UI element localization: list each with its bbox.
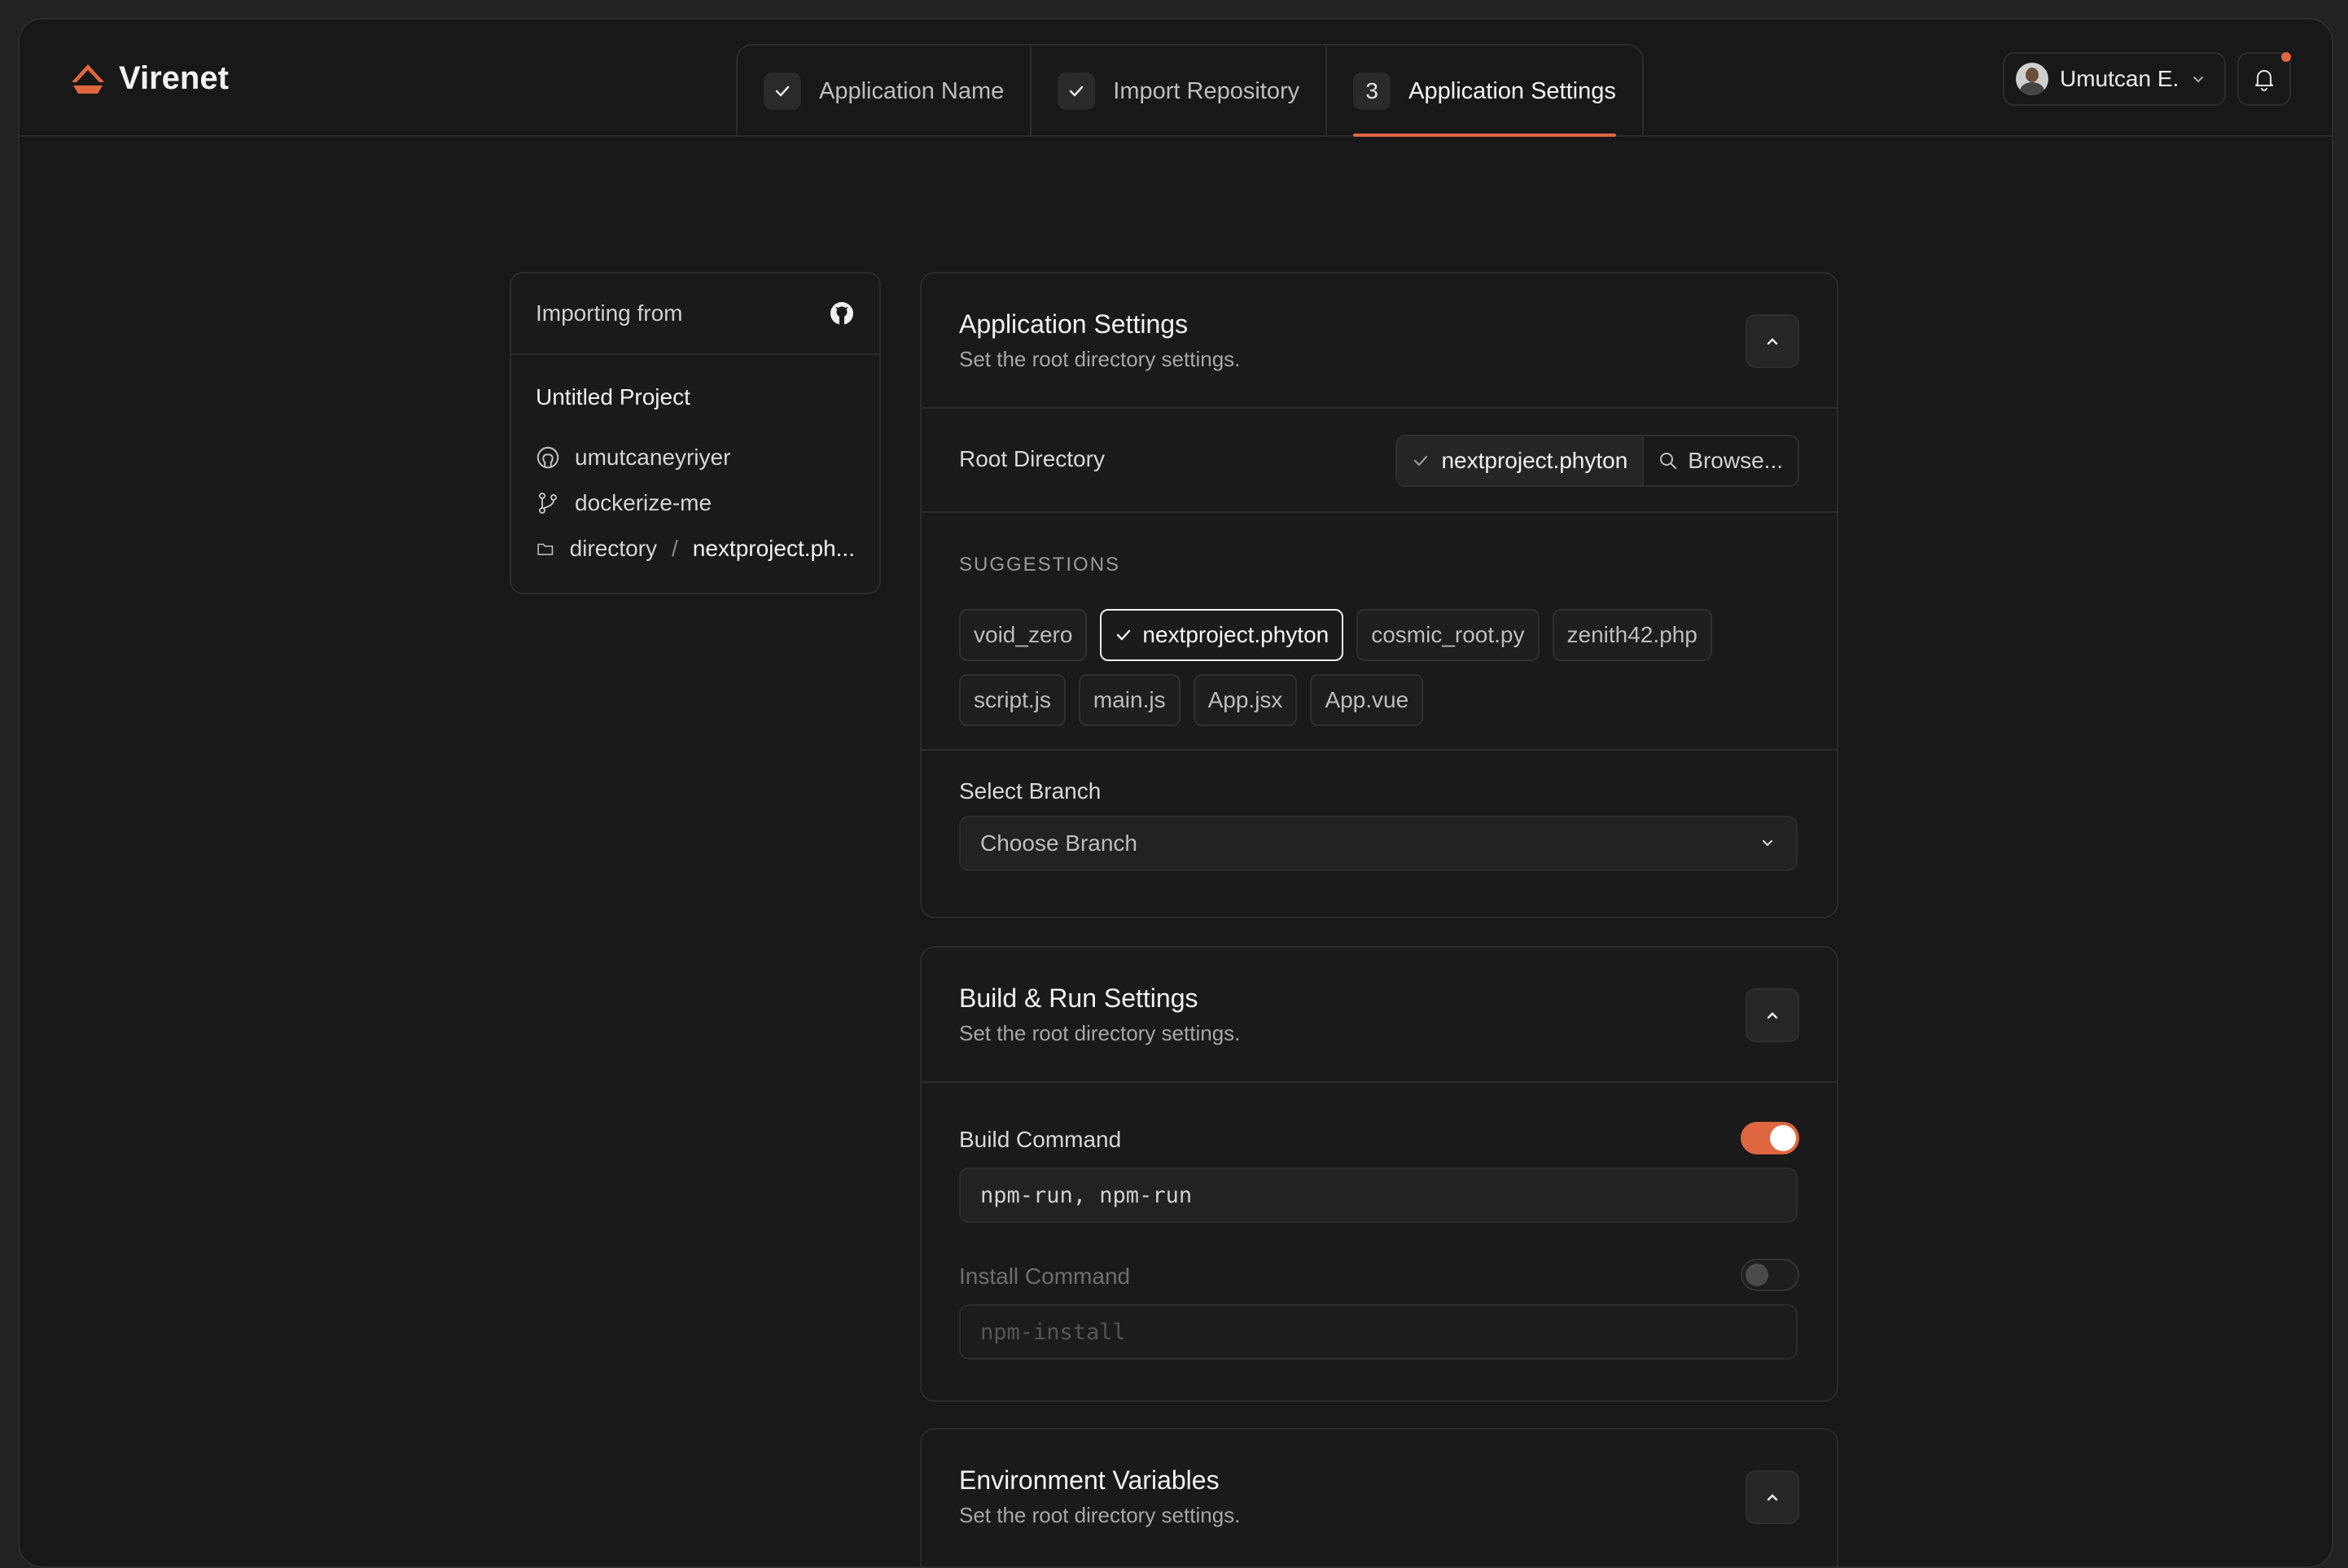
- project-name: Untitled Project: [536, 384, 690, 410]
- check-icon: [1414, 455, 1428, 466]
- path-separator: /: [671, 536, 678, 561]
- collapse-button[interactable]: [1746, 1470, 1799, 1524]
- check-icon: [764, 72, 801, 110]
- suggestion-chip[interactable]: script.js: [959, 674, 1066, 726]
- step-label: Application Name: [819, 77, 1005, 104]
- step-number: 3: [1353, 72, 1391, 110]
- app-window: Virenet Application Name Import Reposito…: [18, 18, 2333, 1568]
- chip-label: App.jsx: [1207, 687, 1283, 712]
- collapse-button[interactable]: [1746, 988, 1799, 1042]
- browse-label: Browse...: [1688, 448, 1783, 473]
- suggestion-chip[interactable]: void_zero: [959, 609, 1088, 661]
- avatar: [2016, 63, 2048, 95]
- collapse-button[interactable]: [1746, 314, 1799, 368]
- chevron-up-icon: [1767, 1494, 1778, 1501]
- repo-branch: dockerize-me: [575, 490, 712, 515]
- notification-dot: [2281, 52, 2291, 62]
- brand-logo[interactable]: Virenet: [70, 60, 229, 97]
- environment-variables-header: Environment Variables Set the root direc…: [922, 1430, 1837, 1563]
- notifications-button[interactable]: [2237, 52, 2291, 106]
- brand-name: Virenet: [119, 60, 229, 96]
- chip-label: cosmic_root.py: [1371, 622, 1525, 647]
- install-command-label: Install Command: [959, 1264, 1131, 1289]
- importing-from-label: Importing from: [536, 300, 683, 326]
- repo-owner: umutcaneyriyer: [575, 445, 731, 470]
- build-command-input[interactable]: npm-run, npm-run: [959, 1167, 1798, 1223]
- section-title: Application Settings: [959, 309, 1189, 339]
- active-step-indicator: [1353, 134, 1616, 137]
- chip-label: App.vue: [1325, 687, 1409, 712]
- repo-branch-row: dockerize-me: [536, 480, 855, 526]
- chip-label: nextproject.phyton: [1142, 622, 1330, 647]
- import-source-card: Importing from Untitled Project umutcane…: [510, 272, 881, 594]
- build-run-settings-card: Build & Run Settings Set the root direct…: [920, 946, 1838, 1402]
- suggestion-chips: void_zero nextproject.phyton cosmic_root…: [959, 609, 1789, 726]
- chevron-down-icon: [1762, 839, 1773, 847]
- suggestion-chip-selected[interactable]: nextproject.phyton: [1100, 609, 1344, 661]
- section-subtitle: Set the root directory settings.: [959, 347, 1241, 371]
- application-settings-card: Application Settings Set the root direct…: [920, 272, 1838, 918]
- root-directory-label: Root Directory: [959, 446, 1105, 471]
- build-command-label: Build Command: [959, 1127, 1122, 1152]
- environment-variables-card: Environment Variables Set the root direc…: [920, 1428, 1838, 1566]
- folder-icon: [537, 543, 554, 555]
- chip-label: main.js: [1093, 687, 1166, 712]
- root-directory-text: nextproject.phyton: [1441, 448, 1628, 473]
- root-directory-control: nextproject.phyton Browse...: [1395, 435, 1799, 487]
- search-icon: [1660, 453, 1677, 469]
- step-application-name[interactable]: Application Name: [738, 46, 1030, 137]
- section-subtitle: Set the root directory settings.: [959, 1021, 1241, 1045]
- suggestion-chip[interactable]: App.vue: [1310, 674, 1424, 726]
- virenet-logo-icon: [72, 64, 104, 94]
- chip-label: void_zero: [974, 622, 1073, 647]
- build-command-toggle[interactable]: [1741, 1122, 1799, 1154]
- user-name: Umutcan E.: [2060, 66, 2179, 91]
- branch-select[interactable]: Choose Branch: [959, 816, 1798, 871]
- toggle-knob: [1770, 1125, 1796, 1151]
- check-icon: [1058, 72, 1096, 110]
- repo-path-row: directory / nextproject.ph...: [536, 526, 855, 572]
- root-directory-row: Root Directory nextproject.phyton Browse…: [922, 409, 1837, 513]
- root-directory-value[interactable]: nextproject.phyton: [1397, 436, 1643, 485]
- install-command-input[interactable]: npm-install: [959, 1304, 1798, 1360]
- chip-label: script.js: [974, 687, 1051, 712]
- step-label: Import Repository: [1113, 77, 1300, 104]
- branch-section: Select Branch Choose Branch: [922, 751, 1837, 897]
- build-run-settings-header: Build & Run Settings Set the root direct…: [922, 948, 1837, 1083]
- path-root: directory: [569, 536, 657, 561]
- chip-label: zenith42.php: [1566, 622, 1697, 647]
- import-card-header: Importing from: [511, 274, 879, 355]
- browse-button[interactable]: Browse...: [1642, 436, 1798, 485]
- suggestion-chip[interactable]: zenith42.php: [1552, 609, 1712, 661]
- suggestion-chip[interactable]: main.js: [1078, 674, 1181, 726]
- path-leaf: nextproject.ph...: [692, 536, 855, 561]
- user-menu-button[interactable]: Umutcan E.: [2003, 52, 2227, 106]
- step-import-repository[interactable]: Import Repository: [1030, 46, 1325, 137]
- github-icon: [537, 446, 559, 469]
- stepper: Application Name Import Repository 3 App…: [736, 44, 1644, 137]
- repo-owner-row: umutcaneyriyer: [536, 435, 855, 480]
- application-settings-header: Application Settings Set the root direct…: [922, 274, 1837, 409]
- suggestion-chip[interactable]: App.jsx: [1193, 674, 1298, 726]
- suggestion-chip[interactable]: cosmic_root.py: [1356, 609, 1540, 661]
- chevron-down-icon: [2193, 77, 2204, 83]
- suggestions-label: SUGGESTIONS: [959, 554, 1121, 576]
- step-application-settings[interactable]: 3 Application Settings: [1325, 46, 1642, 137]
- step-label: Application Settings: [1408, 77, 1616, 104]
- section-title: Build & Run Settings: [959, 983, 1198, 1013]
- suggestions-section: SUGGESTIONS void_zero nextproject.phyton…: [922, 513, 1837, 751]
- chevron-up-icon: [1767, 1012, 1778, 1019]
- branch-select-value: Choose Branch: [980, 830, 1138, 856]
- top-bar: Virenet Application Name Import Reposito…: [20, 20, 2332, 137]
- bell-icon: [2255, 70, 2273, 91]
- section-title: Environment Variables: [959, 1465, 1220, 1495]
- select-branch-label: Select Branch: [959, 778, 1102, 804]
- github-icon: [830, 302, 853, 325]
- check-icon: [1117, 629, 1131, 641]
- chevron-up-icon: [1767, 338, 1778, 345]
- toggle-knob: [1746, 1264, 1768, 1286]
- git-branch-icon: [539, 493, 557, 514]
- install-command-toggle[interactable]: [1741, 1259, 1799, 1291]
- section-subtitle: Set the root directory settings.: [959, 1503, 1241, 1527]
